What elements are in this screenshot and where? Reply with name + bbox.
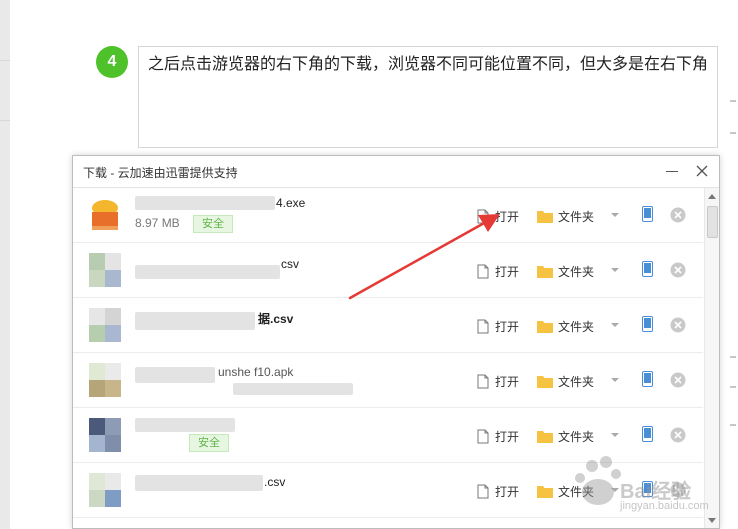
open-label: 打开: [495, 264, 520, 279]
delete-icon[interactable]: [670, 372, 686, 388]
send-to-phone-icon[interactable]: [642, 371, 653, 387]
more-options-dropdown[interactable]: [611, 433, 619, 437]
file-type-icon: [89, 308, 121, 342]
send-to-phone-icon[interactable]: [642, 206, 653, 222]
folder-label: 文件夹: [558, 209, 595, 224]
folder-icon: [537, 430, 553, 443]
side-mark: [730, 100, 736, 102]
page-left-edge: [0, 0, 10, 529]
open-file-button[interactable]: 打开: [477, 207, 519, 225]
download-item[interactable]: unshe f10.apk 打开 文件夹: [73, 353, 703, 408]
folder-icon: [537, 210, 553, 223]
file-type-icon: [89, 253, 121, 287]
open-folder-button[interactable]: 文件夹: [537, 317, 594, 335]
more-options-dropdown[interactable]: [611, 323, 619, 327]
send-to-phone-icon[interactable]: [642, 261, 653, 277]
open-file-button[interactable]: 打开: [477, 482, 519, 500]
close-window-button[interactable]: [695, 164, 709, 178]
safe-badge: 安全: [193, 215, 233, 233]
more-options-dropdown[interactable]: [611, 378, 619, 382]
blurred-filename: [135, 312, 255, 330]
side-mark: [730, 386, 736, 388]
file-type-icon: [89, 473, 121, 507]
file-name: 据.csv: [258, 312, 294, 326]
open-label: 打开: [495, 319, 520, 334]
scroll-thumb[interactable]: [707, 206, 718, 238]
folder-icon: [537, 320, 553, 333]
scroll-up-arrow[interactable]: [708, 194, 716, 199]
folder-label: 文件夹: [558, 374, 595, 389]
file-name: csv: [281, 257, 299, 271]
download-item[interactable]: 4.exe 8.97 MB 安全 打开 文件夹: [73, 188, 703, 243]
open-file-button[interactable]: 打开: [477, 427, 519, 445]
blurred-filename: [135, 196, 275, 210]
open-file-button[interactable]: 打开: [477, 317, 519, 335]
file-icon: [477, 209, 489, 223]
minimize-button[interactable]: [666, 171, 678, 172]
download-item[interactable]: 据.csv 打开 文件夹: [73, 298, 703, 353]
open-label: 打开: [495, 429, 520, 444]
open-file-button[interactable]: 打开: [477, 262, 519, 280]
send-to-phone-icon[interactable]: [642, 316, 653, 332]
folder-icon: [537, 265, 553, 278]
file-type-icon: [89, 418, 121, 452]
delete-icon[interactable]: [670, 427, 686, 443]
side-mark: [730, 424, 736, 426]
delete-icon[interactable]: [670, 207, 686, 223]
file-name: .csv: [264, 475, 286, 489]
file-name: 4.exe: [276, 196, 306, 210]
blurred-filename: [135, 265, 280, 279]
file-type-icon: [89, 363, 121, 397]
file-name: unshe f10.apk: [218, 365, 294, 379]
open-file-button[interactable]: 打开: [477, 372, 519, 390]
blurred-filename: [135, 418, 235, 432]
blurred-filename: [135, 367, 215, 383]
watermark-url: jingyan.baidu.com: [620, 500, 709, 512]
step-description-text: 之后点击游览器的右下角的下载，浏览器不同可能位置不同，但大多是在右下角: [148, 56, 709, 73]
download-window-title: 下载 - 云加速由迅雷提供支持: [83, 166, 238, 180]
folder-icon: [537, 375, 553, 388]
file-icon: [477, 429, 489, 443]
folder-label: 文件夹: [558, 429, 595, 444]
blurred-filename: [135, 475, 263, 491]
download-item[interactable]: csv 打开 文件夹: [73, 243, 703, 298]
file-icon: [477, 484, 489, 498]
more-options-dropdown[interactable]: [611, 268, 619, 272]
safe-badge: 安全: [189, 434, 229, 452]
open-folder-button[interactable]: 文件夹: [537, 207, 594, 225]
file-icon: [477, 319, 489, 333]
folder-icon: [537, 485, 553, 498]
step-number-badge: 4: [96, 46, 128, 78]
open-folder-button[interactable]: 文件夹: [537, 427, 594, 445]
blurred-filename: [233, 383, 353, 395]
open-label: 打开: [495, 374, 520, 389]
open-folder-button[interactable]: 文件夹: [537, 372, 594, 390]
send-to-phone-icon[interactable]: [642, 426, 653, 442]
side-mark: [730, 132, 736, 134]
side-mark: [730, 356, 736, 358]
open-folder-button[interactable]: 文件夹: [537, 262, 594, 280]
file-size: 8.97 MB: [135, 216, 180, 230]
open-label: 打开: [495, 209, 520, 224]
more-options-dropdown[interactable]: [611, 213, 619, 217]
delete-icon[interactable]: [670, 317, 686, 333]
file-icon: [477, 374, 489, 388]
folder-label: 文件夹: [558, 319, 595, 334]
download-window-titlebar: 下载 - 云加速由迅雷提供支持: [73, 156, 719, 188]
delete-icon[interactable]: [670, 262, 686, 278]
exe-file-icon: [89, 198, 121, 232]
open-label: 打开: [495, 484, 520, 499]
file-icon: [477, 264, 489, 278]
folder-label: 文件夹: [558, 264, 595, 279]
